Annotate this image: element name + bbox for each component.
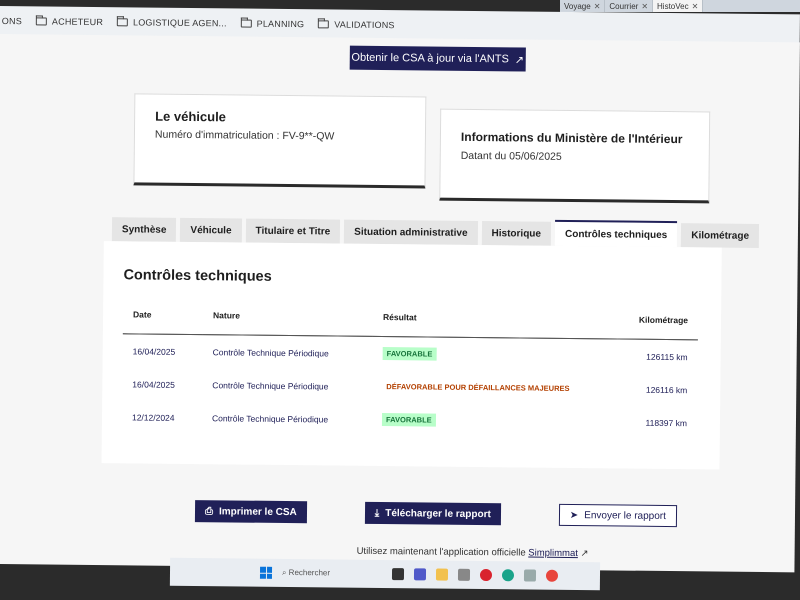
bookmark-logistique[interactable]: LOGISTIQUE AGEN... [117, 17, 227, 28]
row-date: 16/04/2025 [132, 378, 175, 390]
controls-panel: Contrôles techniques Date Nature Résulta… [101, 241, 722, 470]
bookmark-label: ACHETEUR [51, 16, 104, 28]
row-result-cell: DÉFAVORABLE POUR DÉFAILLANCES MAJEURES [372, 370, 617, 406]
header-result: Résultat [372, 305, 619, 339]
search-placeholder: Rechercher [288, 567, 331, 578]
app-icon[interactable] [501, 569, 515, 582]
tab-controles[interactable]: Contrôles techniques [554, 219, 678, 248]
bookmark-ons[interactable]: ONS [2, 16, 22, 26]
download-label: Télécharger le rapport [385, 507, 491, 520]
ministry-card-title: Informations du Ministère de l'Intérieur [460, 129, 683, 147]
folder-icon [35, 17, 47, 26]
row-result-cell: FAVORABLE [373, 336, 618, 372]
bookmark-label: ONS [1, 16, 23, 27]
bookmark-acheteur[interactable]: ACHETEUR [35, 16, 104, 28]
footer-note: Utilisez maintenant l'application offici… [357, 546, 589, 559]
bookmark-label: PLANNING [256, 18, 305, 30]
status-badge: FAVORABLE [382, 347, 437, 361]
header-km: Kilométrage [617, 308, 699, 340]
ministry-card: Informations du Ministère de l'Intérieur… [439, 108, 711, 204]
browser-tab-voyage[interactable]: Voyage ✕ [560, 0, 606, 12]
get-csa-label: Obtenir le CSA à jour via l'ANTS [351, 51, 509, 66]
folder-icon [318, 20, 330, 29]
os-taskbar: ⌕ Rechercher [169, 557, 601, 591]
vehicle-card-title: Le véhicule [155, 108, 227, 125]
close-icon[interactable]: ✕ [692, 2, 699, 11]
send-icon: ➤ [569, 509, 579, 521]
bookmark-label: VALIDATIONS [334, 19, 395, 31]
tab-historique[interactable]: Historique [481, 221, 552, 246]
row-nature: Contrôle Technique Périodique [212, 379, 329, 391]
opera-icon[interactable] [479, 568, 493, 582]
folder-icon [117, 18, 129, 27]
print-label: Imprimer le CSA [218, 505, 297, 518]
row-nature: Contrôle Technique Périodique [212, 346, 329, 358]
app-icon[interactable] [523, 569, 537, 582]
folder-icon [240, 19, 252, 28]
browser-tab-histovec[interactable]: HistoVec ✕ [653, 0, 704, 12]
row-km: 118397 km [645, 417, 688, 428]
page-content: Obtenir le CSA à jour via l'ANTS ↗ Le vé… [0, 34, 800, 573]
browser-tab-courrier[interactable]: Courrier ✕ [605, 0, 654, 12]
tab-label: Courrier [609, 1, 639, 11]
status-badge: FAVORABLE [381, 413, 436, 427]
tab-label: Voyage [564, 1, 591, 11]
tab-situation[interactable]: Situation administrative [344, 219, 478, 246]
file-explorer-icon[interactable] [435, 568, 449, 581]
browser-tab-strip: Voyage ✕ Courrier ✕ HistoVec ✕ [560, 0, 800, 12]
simplimmat-link[interactable]: Simplimmat [528, 548, 578, 560]
ministry-date: Datant du 05/06/2025 [460, 149, 562, 163]
get-csa-button[interactable]: Obtenir le CSA à jour via l'ANTS ↗ [349, 45, 526, 72]
send-label: Envoyer le rapport [584, 509, 666, 522]
tab-kilometrage[interactable]: Kilométrage [681, 223, 760, 248]
row-date: 12/12/2024 [131, 411, 175, 423]
taskbar-search[interactable]: ⌕ Rechercher [282, 568, 382, 579]
bookmark-label: LOGISTIQUE AGEN... [133, 17, 227, 29]
tab-vehicule[interactable]: Véhicule [180, 217, 242, 243]
vehicle-card: Le véhicule Numéro d'immatriculation : F… [133, 93, 427, 189]
row-km: 126115 km [646, 351, 688, 362]
status-badge: DÉFAVORABLE POUR DÉFAILLANCES MAJEURES [386, 382, 570, 393]
table-row: 12/12/2024 Contrôle Technique Périodique… [122, 400, 697, 439]
header-nature: Nature [202, 304, 374, 337]
download-report-button[interactable]: ⤓ Télécharger le rapport [364, 501, 501, 526]
task-view-icon[interactable] [391, 568, 405, 581]
row-km: 126116 km [645, 384, 688, 395]
header-date: Date [122, 303, 204, 335]
row-result-cell: FAVORABLE [372, 403, 617, 439]
footer-note-text: Utilisez maintenant l'application offici… [356, 545, 529, 559]
calculator-icon[interactable] [457, 568, 471, 581]
chrome-icon[interactable] [545, 569, 559, 582]
close-icon[interactable]: ✕ [641, 2, 648, 11]
tab-titulaire[interactable]: Titulaire et Titre [245, 218, 341, 244]
vehicle-plate: Numéro d'immatriculation : FV-9**-QW [154, 128, 335, 143]
send-report-button[interactable]: ➤ Envoyer le rapport [558, 503, 678, 528]
teams-icon[interactable] [413, 568, 427, 581]
bookmark-planning[interactable]: PLANNING [240, 18, 305, 30]
controls-table: Date Nature Résultat Kilométrage 16/04/2… [122, 303, 699, 439]
bookmark-validations[interactable]: VALIDATIONS [318, 19, 395, 31]
row-date: 16/04/2025 [132, 345, 176, 357]
action-bar: ⎙ Imprimer le CSA ⤓ Télécharger le rappo… [194, 500, 678, 528]
printer-icon: ⎙ [204, 505, 214, 517]
close-icon[interactable]: ✕ [594, 2, 601, 11]
external-link-icon: ↗ [580, 548, 589, 560]
panel-title: Contrôles techniques [123, 267, 272, 285]
windows-start-icon[interactable] [259, 566, 273, 579]
print-csa-button[interactable]: ⎙ Imprimer le CSA [194, 500, 307, 524]
download-icon: ⤓ [374, 507, 380, 519]
external-link-icon: ↗ [514, 53, 525, 66]
tab-synthese[interactable]: Synthèse [111, 217, 177, 242]
row-nature: Contrôle Technique Périodique [211, 412, 329, 424]
tab-label: HistoVec [657, 1, 689, 11]
